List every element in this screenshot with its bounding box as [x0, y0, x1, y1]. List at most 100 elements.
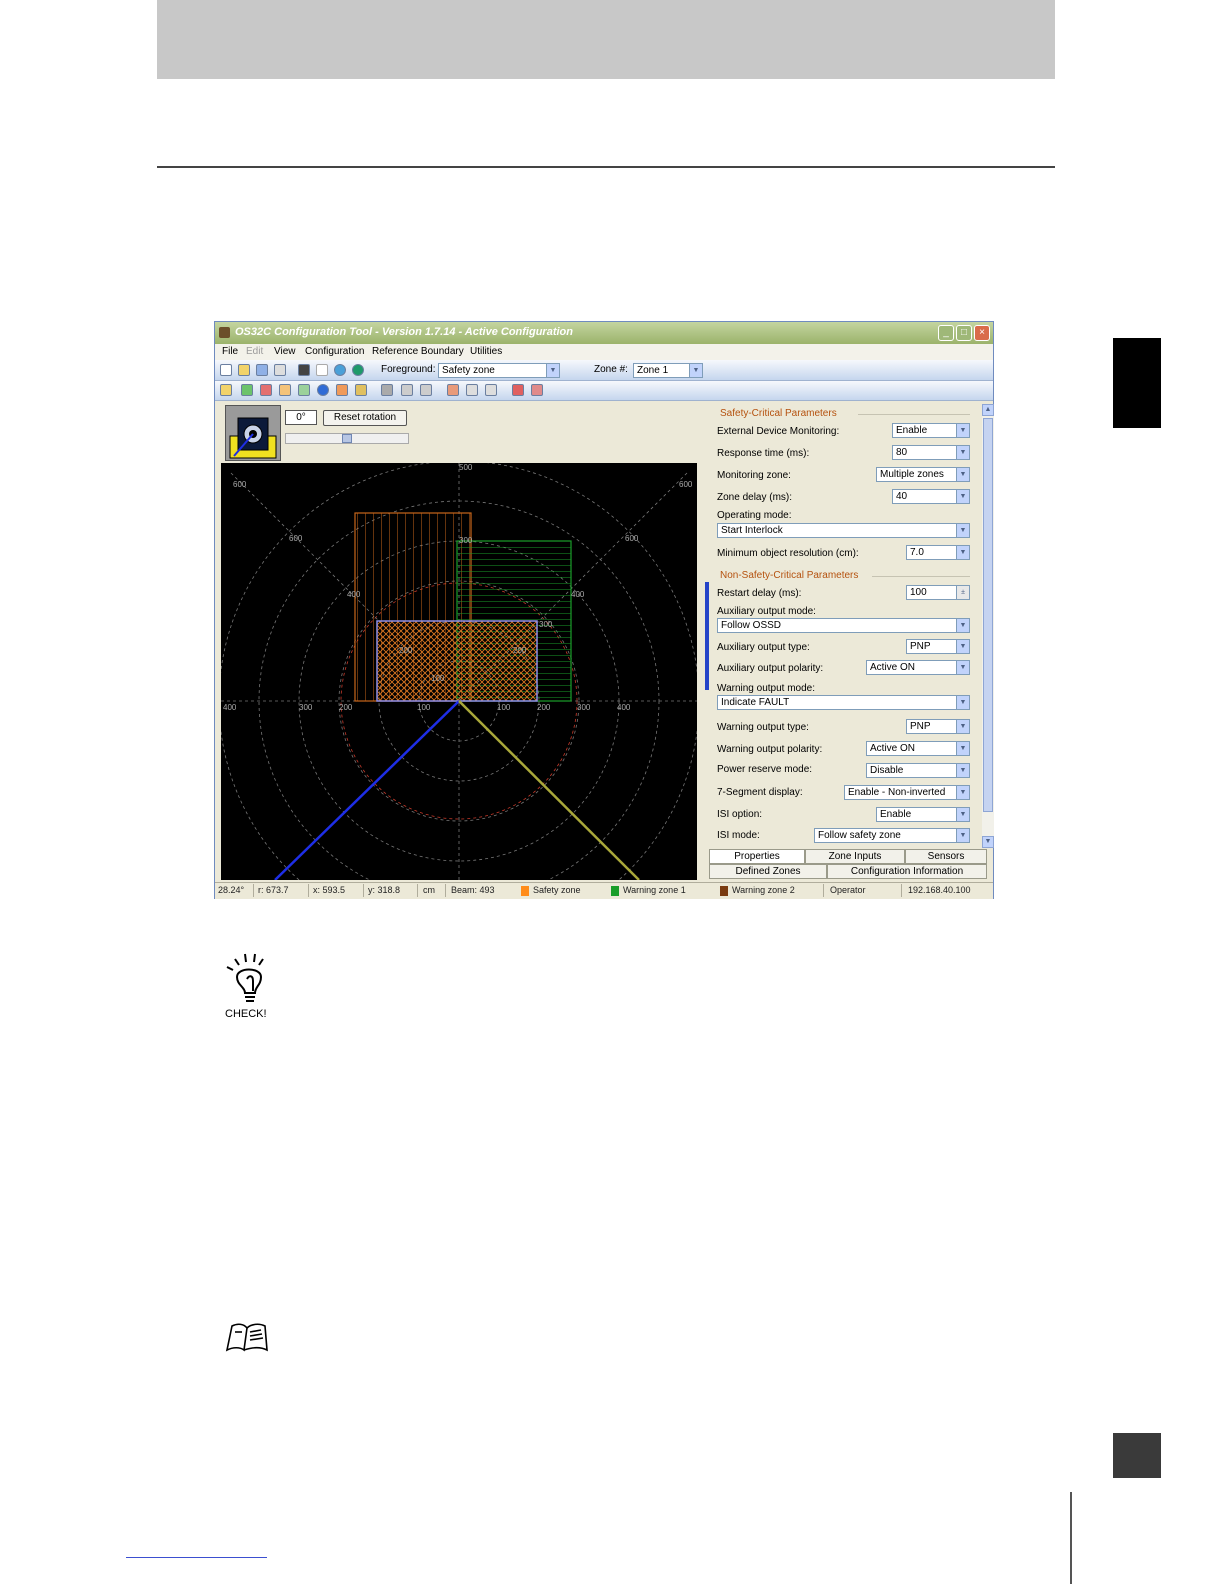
aux-output-polarity-select[interactable]: Active ON ▼: [866, 660, 970, 675]
minimize-button[interactable]: _: [938, 325, 954, 341]
chevron-down-icon[interactable]: ▼: [956, 808, 969, 821]
chevron-down-icon[interactable]: ▼: [956, 524, 969, 537]
zone-delay-select[interactable]: 40 ▼: [892, 489, 970, 504]
play-icon[interactable]: [352, 364, 364, 376]
menu-reference-boundary[interactable]: Reference Boundary: [372, 346, 464, 357]
menu-configuration[interactable]: Configuration: [305, 346, 364, 357]
properties-scrollbar[interactable]: ▲ ▼: [982, 404, 994, 848]
response-time-select[interactable]: 80 ▼: [892, 445, 970, 460]
cut-icon[interactable]: [447, 384, 459, 396]
chevron-down-icon[interactable]: ▼: [956, 786, 969, 799]
splitter-grip[interactable]: [705, 582, 709, 690]
aux-output-polarity-value: Active ON: [870, 662, 916, 673]
select-region-icon[interactable]: [279, 384, 291, 396]
remove-point-icon[interactable]: [260, 384, 272, 396]
paste-icon[interactable]: [485, 384, 497, 396]
chevron-down-icon[interactable]: ▼: [956, 490, 969, 503]
chevron-down-icon[interactable]: ▼: [956, 661, 969, 674]
menu-utilities[interactable]: Utilities: [470, 346, 502, 357]
rotation-slider[interactable]: [285, 433, 409, 444]
safety-zone-area[interactable]: [376, 620, 538, 702]
ring-label: 200: [513, 646, 527, 655]
chevron-down-icon[interactable]: ▼: [956, 720, 969, 733]
ring-label: 300: [539, 620, 553, 629]
monitoring-zone-select[interactable]: Multiple zones ▼: [876, 467, 970, 482]
monitoring-zone-label: Monitoring zone:: [717, 470, 791, 481]
restart-delay-field[interactable]: 100 ±: [906, 585, 970, 600]
print-icon[interactable]: [274, 364, 286, 376]
spin-icon[interactable]: ±: [956, 586, 969, 599]
wand-icon[interactable]: [316, 364, 328, 376]
power-reserve-mode-select[interactable]: Disable ▼: [866, 763, 970, 778]
tab-sensors[interactable]: Sensors: [905, 849, 987, 864]
zone-drawing[interactable]: 500 600 600 600 600 400 400 300 300 200 …: [218, 460, 700, 942]
undo-icon[interactable]: [401, 384, 413, 396]
menu-view[interactable]: View: [274, 346, 296, 357]
zone-canvas[interactable]: 500 600 600 600 600 400 400 300 300 200 …: [218, 460, 700, 942]
chevron-down-icon[interactable]: ▼: [956, 424, 969, 437]
isi-option-select[interactable]: Enable ▼: [876, 807, 970, 822]
menu-file[interactable]: File: [222, 346, 238, 357]
erase-icon[interactable]: [531, 384, 543, 396]
warning-output-type-select[interactable]: PNP ▼: [906, 719, 970, 734]
status-r: r: 673.7: [258, 885, 289, 895]
pencil-icon[interactable]: [355, 384, 367, 396]
warning-output-mode-select[interactable]: Indicate FAULT ▼: [717, 695, 970, 710]
zone-select[interactable]: Zone 1 ▼: [633, 363, 703, 378]
maximize-button[interactable]: □: [956, 325, 972, 341]
open-folder-icon[interactable]: [238, 364, 250, 376]
chevron-down-icon[interactable]: ▼: [956, 764, 969, 777]
ring-label: 600: [289, 534, 303, 543]
tab-properties[interactable]: Properties: [709, 849, 805, 864]
warning-output-polarity-select[interactable]: Active ON ▼: [866, 741, 970, 756]
redo-icon[interactable]: [420, 384, 432, 396]
chevron-down-icon[interactable]: ▼: [956, 829, 969, 842]
ring-label: 600: [679, 480, 693, 489]
aux-output-mode-select[interactable]: Follow OSSD ▼: [717, 618, 970, 633]
scan-icon[interactable]: [381, 384, 393, 396]
mirror-icon[interactable]: [512, 384, 524, 396]
pointer-icon[interactable]: [220, 384, 232, 396]
save-icon[interactable]: [256, 364, 268, 376]
new-file-icon[interactable]: [220, 364, 232, 376]
min-object-resolution-select[interactable]: 7.0 ▼: [906, 545, 970, 560]
connect-icon[interactable]: [334, 364, 346, 376]
menu-edit[interactable]: Edit: [246, 346, 263, 357]
chevron-down-icon[interactable]: ▼: [956, 468, 969, 481]
chevron-down-icon[interactable]: ▼: [546, 364, 559, 377]
chevron-down-icon[interactable]: ▼: [956, 446, 969, 459]
tab-configuration-information[interactable]: Configuration Information: [827, 864, 987, 879]
scroll-down-icon[interactable]: ▼: [982, 836, 994, 848]
title-bar[interactable]: OS32C Configuration Tool - Version 1.7.1…: [215, 322, 993, 344]
reset-rotation-button[interactable]: Reset rotation: [323, 410, 407, 426]
chevron-down-icon[interactable]: ▼: [956, 742, 969, 755]
chevron-down-icon[interactable]: ▼: [956, 696, 969, 709]
edm-select[interactable]: Enable ▼: [892, 423, 970, 438]
chevron-down-icon[interactable]: ▼: [956, 640, 969, 653]
seven-segment-display-select[interactable]: Enable - Non-inverted ▼: [844, 785, 970, 800]
scroll-up-icon[interactable]: ▲: [982, 404, 994, 416]
chevron-down-icon[interactable]: ▼: [956, 546, 969, 559]
fit-view-icon[interactable]: [298, 384, 310, 396]
rotation-value-field[interactable]: 0°: [285, 410, 317, 425]
chevron-down-icon[interactable]: ▼: [956, 619, 969, 632]
grid-icon[interactable]: [336, 384, 348, 396]
copy-icon[interactable]: [466, 384, 478, 396]
tab-zone-inputs[interactable]: Zone Inputs: [805, 849, 905, 864]
beam-ray-olive: [458, 700, 640, 881]
zone-delay-value: 40: [896, 491, 908, 502]
aux-output-type-select[interactable]: PNP ▼: [906, 639, 970, 654]
foreground-select[interactable]: Safety zone ▼: [438, 363, 560, 378]
tab-defined-zones[interactable]: Defined Zones: [709, 864, 827, 879]
operating-mode-select[interactable]: Start Interlock ▼: [717, 523, 970, 538]
status-user: Operator: [830, 885, 866, 895]
monitor-icon[interactable]: [298, 364, 310, 376]
monitoring-zone-value: Multiple zones: [880, 469, 944, 480]
isi-mode-select[interactable]: Follow safety zone ▼: [814, 828, 970, 843]
scrollbar-thumb[interactable]: [983, 418, 993, 812]
rotation-slider-thumb[interactable]: [342, 434, 352, 443]
chevron-down-icon[interactable]: ▼: [689, 364, 702, 377]
globe-icon[interactable]: [317, 384, 329, 396]
add-point-icon[interactable]: [241, 384, 253, 396]
close-button[interactable]: ×: [974, 325, 990, 341]
